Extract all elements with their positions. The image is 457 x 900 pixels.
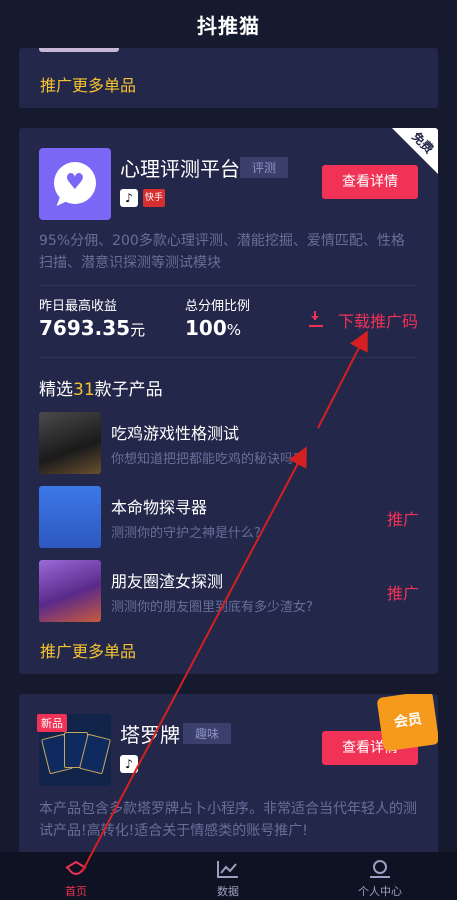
view-details-button[interactable]: 查看详情: [322, 165, 418, 199]
tab-label: 数据: [217, 885, 239, 898]
tab-home[interactable]: 首页: [0, 852, 152, 900]
tab-data[interactable]: 数据: [152, 852, 304, 900]
home-icon: [65, 860, 87, 875]
vip-badge: 会员: [376, 694, 438, 752]
product-thumbnail: [39, 48, 119, 52]
tab-label: 首页: [65, 885, 87, 898]
product-icon: ♥: [39, 148, 111, 220]
tiktok-icon: ♪: [120, 755, 138, 773]
income-label: 昨日最高收益: [39, 299, 118, 314]
income-number: 7693.35: [39, 316, 131, 340]
product-name: 心理评测平台: [120, 157, 240, 181]
promote-more-link[interactable]: 推广更多单品: [40, 72, 136, 96]
sub-product-thumbnail: [39, 412, 101, 474]
income-unit: 元: [130, 321, 146, 339]
promote-button[interactable]: 推广: [387, 506, 419, 530]
sub-product-desc: 测测你的朋友圈里到底有多少渣女?: [111, 600, 313, 615]
section-suffix: 款子产品: [94, 380, 163, 400]
sub-product-item[interactable]: 朋友圈渣女探测 测测你的朋友圈里到底有多少渣女? 推广: [39, 560, 419, 622]
product-description: 95%分佣、200多款心理评测、潜能挖掘、爱情匹配、性格扫描、潜意识探测等测试模…: [39, 233, 405, 271]
ratio-unit: %: [226, 321, 242, 339]
user-icon: [370, 860, 390, 878]
product-card-psych-test: 免费 ♥ 心理评测平台 评测 ♪ 快手 查看详情 95%分佣、200多款心理评测…: [19, 128, 438, 674]
download-icon[interactable]: [309, 311, 323, 327]
divider: [39, 357, 418, 358]
bottom-tab-bar: 首页 数据 个人中心: [0, 852, 457, 900]
commission-ratio-value: 100%: [185, 316, 241, 340]
sub-product-desc: 测测你的守护之神是什么?: [111, 526, 261, 541]
download-promo-code-link[interactable]: 下载推广码: [338, 308, 418, 332]
new-badge: 新品: [37, 714, 67, 732]
product-description: 本产品包含多款塔罗牌占卜小程序。非常适合当代年轻人的测试产品!高转化!适合关于情…: [39, 801, 417, 839]
sub-product-thumbnail: [39, 486, 101, 548]
income-value: 7693.35元: [39, 316, 145, 340]
divider: [39, 285, 418, 286]
app-header: 抖推猫: [0, 0, 457, 46]
promote-more-link[interactable]: 推广更多单品: [40, 638, 136, 662]
sub-product-item[interactable]: 本命物探寻器 测测你的守护之神是什么? 推广: [39, 486, 419, 548]
commission-ratio-label: 总分佣比例: [185, 299, 251, 314]
product-card-previous: 推广更多单品: [19, 48, 438, 108]
sub-product-desc: 你想知道把把都能吃鸡的秘诀吗?: [111, 452, 300, 467]
heart-icon: ♥: [65, 170, 85, 195]
product-name: 塔罗牌: [120, 723, 180, 747]
sub-product-thumbnail: [39, 560, 101, 622]
sub-product-name: 吃鸡游戏性格测试: [111, 424, 240, 443]
chart-icon: [217, 861, 238, 878]
sub-product-name: 朋友圈渣女探测: [111, 572, 224, 591]
section-prefix: 精选: [39, 380, 73, 400]
app-title: 抖推猫: [197, 14, 260, 38]
tab-profile[interactable]: 个人中心: [304, 852, 456, 900]
product-tag: 趣味: [183, 723, 232, 744]
promote-button[interactable]: 推广: [387, 580, 419, 604]
section-count: 31: [73, 380, 95, 400]
kuaishou-icon: 快手: [143, 189, 165, 207]
sub-product-item[interactable]: 吃鸡游戏性格测试 你想知道把把都能吃鸡的秘诀吗?: [39, 412, 419, 474]
tiktok-icon: ♪: [120, 189, 138, 207]
sub-products-title: 精选31款子产品: [39, 375, 163, 400]
tab-label: 个人中心: [358, 885, 402, 898]
product-tag: 评测: [240, 157, 289, 178]
sub-product-name: 本命物探寻器: [111, 498, 208, 517]
ratio-number: 100: [185, 316, 227, 340]
product-card-tarot: 新品 塔罗牌 趣味 ♪ 查看详情 会员 本产品包含多款塔罗牌占卜小程序。非常适合…: [19, 694, 438, 854]
